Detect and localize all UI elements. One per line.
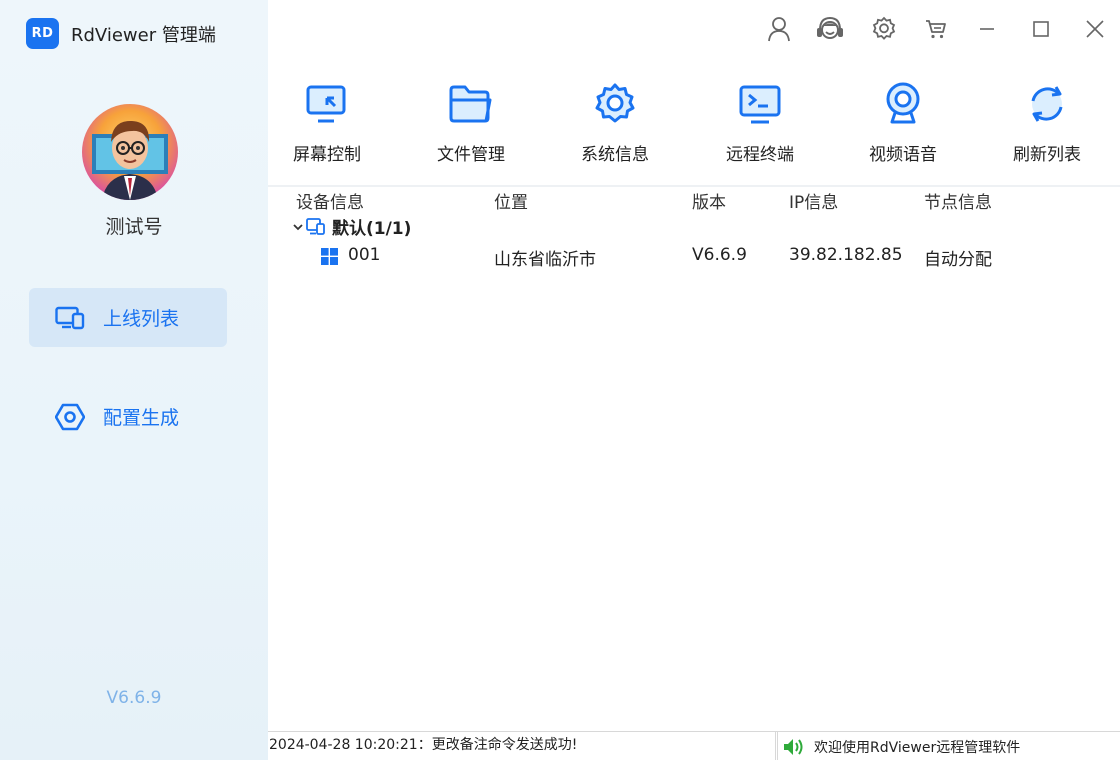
cart-icon[interactable] [921,14,951,44]
close-icon[interactable] [1080,14,1110,44]
video-voice-button[interactable]: 视频语音 [848,72,958,165]
column-header-location[interactable]: 位置 [494,188,528,213]
file-manager-button[interactable]: 文件管理 [416,72,526,165]
group-icon [306,217,326,236]
status-message: 2024-04-28 10:20:21：更改备注命令发送成功! [268,732,776,760]
user-icon[interactable] [764,14,794,44]
refresh-list-button[interactable]: 刷新列表 [992,72,1102,165]
webcam-icon [848,72,958,136]
welcome-text: 欢迎使用RdViewer远程管理软件 [814,739,1021,756]
column-header-ip[interactable]: IP信息 [789,188,838,213]
minimize-icon[interactable] [972,14,1002,44]
tool-label: 系统信息 [581,145,649,165]
speaker-icon [782,737,806,757]
sidebar-item-config-generate[interactable]: 配置生成 [29,387,227,446]
windows-icon [321,248,338,270]
gear-icon [560,72,670,136]
column-header-version[interactable]: 版本 [692,188,726,213]
status-bar: 2024-04-28 10:20:21：更改备注命令发送成功! 欢迎使用RdVi… [268,731,1120,760]
chevron-down-icon[interactable] [292,221,304,233]
title-bar [268,0,1120,60]
app-brand: RD RdViewer 管理端 [26,18,216,49]
tool-label: 刷新列表 [1013,145,1081,165]
maximize-icon[interactable] [1026,14,1056,44]
column-header-device[interactable]: 设备信息 [296,188,364,213]
settings-icon[interactable] [869,14,899,44]
app-logo: RD [26,18,59,49]
node-cell: 自动分配 [924,250,992,270]
column-header-node[interactable]: 节点信息 [924,188,992,213]
device-group-row[interactable]: 默认(1/1) [292,214,411,239]
status-welcome: 欢迎使用RdViewer远程管理软件 [777,732,1119,760]
customer-service-icon[interactable] [815,14,845,44]
version-cell: V6.6.9 [692,245,747,265]
group-label: 默认(1/1) [332,219,412,239]
version-label: V6.6.9 [106,688,162,708]
toolbar-divider [268,185,1120,187]
device-name-cell: 001 [348,245,381,265]
terminal-icon [705,72,815,136]
screen-control-button[interactable]: 屏幕控制 [272,72,382,165]
sidebar-item-label: 配置生成 [103,407,180,429]
system-info-button[interactable]: 系统信息 [560,72,670,165]
toolbar: 屏幕控制 文件管理 系统信息 远程终端 视频语音 刷新列表 [268,72,1120,184]
sidebar: RD RdViewer 管理端 测试号 上线列表 配置生成 V6.6.9 [0,0,268,760]
devices-icon [54,304,86,332]
folder-icon [416,72,526,136]
table-row[interactable]: 001 山东省临沂市 V6.6.9 39.82.182.85 自动分配 [268,243,1120,271]
sidebar-item-label: 上线列表 [103,308,180,330]
tool-label: 视频语音 [869,145,937,165]
app-title: RdViewer 管理端 [71,24,216,46]
user-name: 测试号 [105,216,163,238]
tool-label: 屏幕控制 [293,145,361,165]
hexagon-settings-icon [54,403,86,431]
sidebar-item-online-list[interactable]: 上线列表 [29,288,227,347]
screen-control-icon [272,72,382,136]
remote-terminal-button[interactable]: 远程终端 [705,72,815,165]
tool-label: 远程终端 [726,145,794,165]
ip-cell: 39.82.182.85 [789,245,903,265]
refresh-icon [992,72,1102,136]
location-cell: 山东省临沂市 [494,250,596,270]
avatar[interactable] [82,104,178,200]
tool-label: 文件管理 [437,145,505,165]
